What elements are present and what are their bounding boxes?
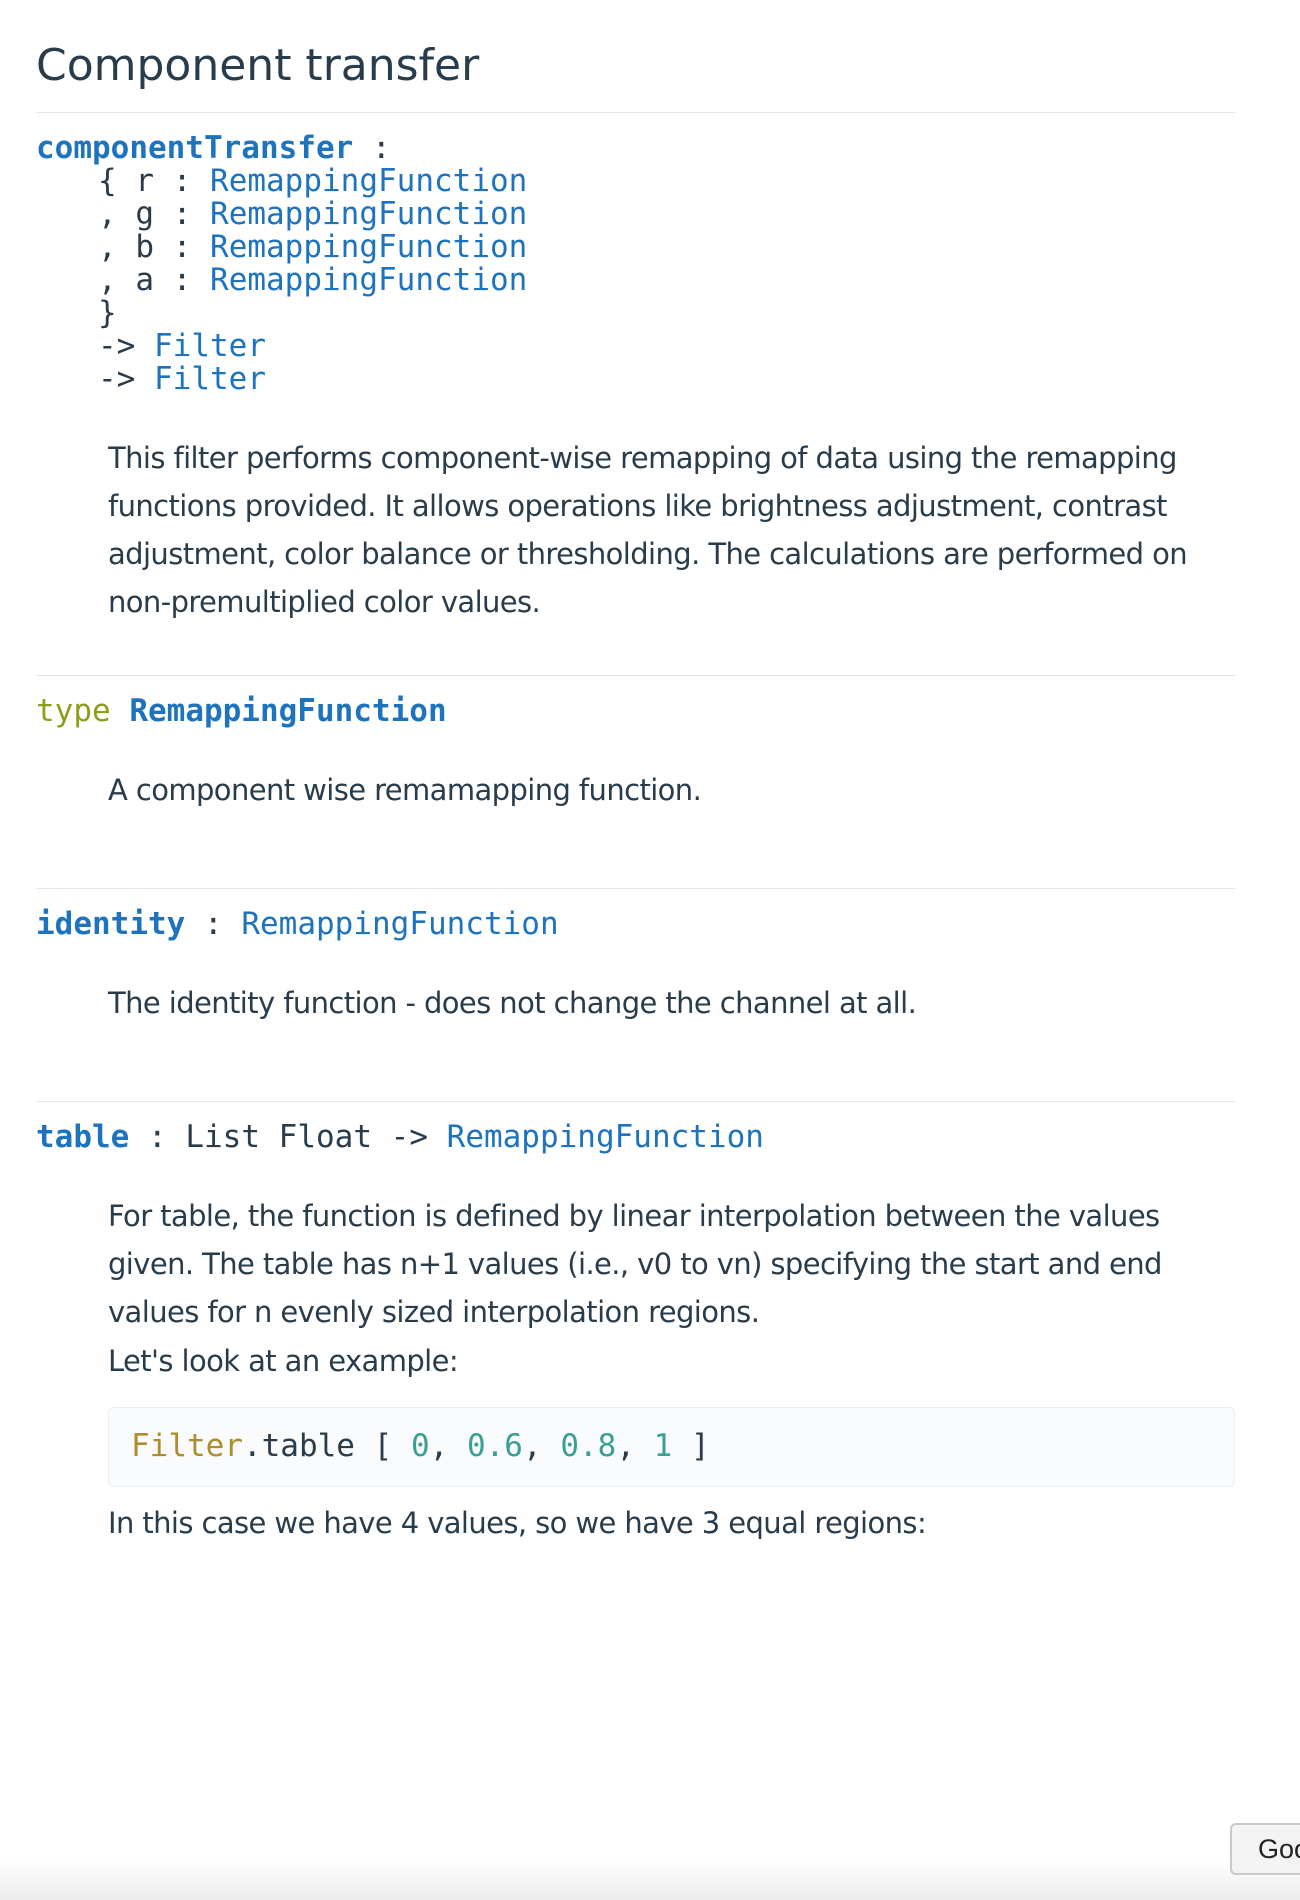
code-example-block: Filter.table [ 0, 0.6, 0.8, 1 ] <box>108 1407 1235 1487</box>
example-intro: Let's look at an example: <box>108 1337 1238 1385</box>
table-name[interactable]: table <box>36 1119 129 1155</box>
identity-description: The identity function - does not change … <box>108 979 1238 1027</box>
section-divider <box>36 112 1235 113</box>
identity-signature: identity : RemappingFunction <box>36 904 559 944</box>
code-number: 0.8 <box>560 1428 617 1464</box>
description-text: In this case we have 4 values, so we hav… <box>108 1506 927 1540</box>
remapping-function-link[interactable]: RemappingFunction <box>447 1119 764 1155</box>
section-divider <box>36 675 1235 676</box>
component-transfer-description: This filter performs component-wise rema… <box>108 434 1238 626</box>
after-example-text: In this case we have 4 values, so we hav… <box>108 1499 1238 1547</box>
bottom-shadow <box>0 1860 1300 1900</box>
field-name: a <box>135 262 155 298</box>
section-divider <box>36 1101 1235 1102</box>
table-description: For table, the function is defined by li… <box>108 1192 1238 1336</box>
description-text: The identity function - does not change … <box>108 986 917 1020</box>
code-module: Filter <box>131 1428 243 1464</box>
table-signature: table : List Float -> RemappingFunction <box>36 1117 764 1157</box>
signature-colon: : <box>203 906 223 942</box>
code-number: 0.6 <box>466 1428 523 1464</box>
code-bracket: [ <box>373 1428 393 1464</box>
arrow: -> <box>390 1119 428 1155</box>
description-text: For table, the function is defined by li… <box>108 1199 1162 1329</box>
field-row-a: , a : RemappingFunction <box>98 260 527 300</box>
code-function: .table <box>242 1428 355 1464</box>
filter-type-link[interactable]: Filter <box>154 361 266 397</box>
code-example: Filter.table [ 0, 0.6, 0.8, 1 ] <box>131 1428 710 1464</box>
code-number: 1 <box>653 1428 673 1464</box>
remapping-type-signature: type RemappingFunction <box>36 691 447 731</box>
example-intro-text: Let's look at an example: <box>108 1344 459 1378</box>
return-row-2: -> Filter <box>98 359 266 399</box>
section-divider <box>36 888 1235 889</box>
remapping-function-link[interactable]: RemappingFunction <box>241 906 558 942</box>
field-colon: : <box>172 262 192 298</box>
identity-name[interactable]: identity <box>36 906 185 942</box>
description-text: A component wise remamapping function. <box>108 773 702 807</box>
code-bracket: ] <box>690 1428 710 1464</box>
remapping-type-description: A component wise remamapping function. <box>108 766 1238 814</box>
google-button[interactable]: Goo <box>1230 1823 1300 1875</box>
description-text: This filter performs component-wise rema… <box>108 441 1188 619</box>
arrow: -> <box>98 361 136 397</box>
signature-colon: : <box>148 1119 167 1155</box>
code-number: 0 <box>410 1428 430 1464</box>
remapping-function-link[interactable]: RemappingFunction <box>210 262 527 298</box>
page-title: Component transfer <box>36 40 480 91</box>
type-keyword: type <box>36 693 111 729</box>
arg-types: List Float <box>185 1119 372 1155</box>
remapping-type-name[interactable]: RemappingFunction <box>129 693 446 729</box>
